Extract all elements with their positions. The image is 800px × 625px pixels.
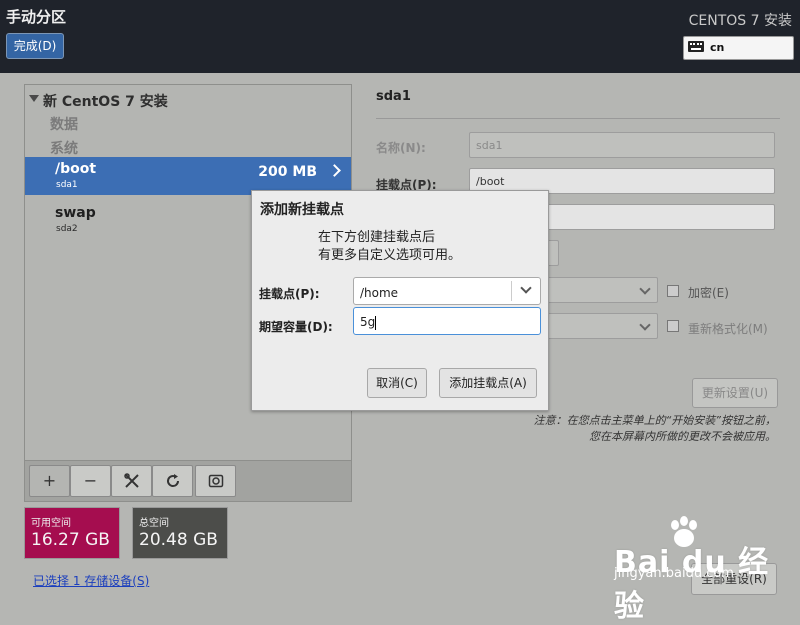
note-line-2: 您在本屏幕内所做的更改不会被应用。	[589, 430, 776, 443]
partition-size: 200 MB	[258, 164, 317, 180]
detail-title: sda1	[376, 89, 411, 104]
tools-icon	[123, 473, 139, 488]
disk-summary-button[interactable]	[195, 465, 236, 497]
add-mount-point-button[interactable]: 添加挂载点(A)	[439, 368, 537, 398]
product-title: CENTOS 7 安装	[688, 13, 792, 29]
available-space-label: 可用空间	[31, 518, 71, 529]
total-space-label: 总空间	[139, 518, 169, 529]
partition-device: sda2	[56, 224, 78, 234]
chevron-right-icon	[328, 164, 341, 177]
partition-toolbar: + −	[24, 460, 352, 502]
chevron-down-icon[interactable]	[520, 282, 532, 294]
disk-icon	[208, 474, 223, 488]
selected-storage-link[interactable]: 已选择 1 存储设备(S)	[33, 572, 149, 589]
dialog-description: 在下方创建挂载点后 有更多自定义选项可用。	[318, 229, 461, 265]
combo-separator	[511, 281, 512, 301]
encrypt-label: 加密(E)	[688, 286, 729, 300]
group-system: 系统	[50, 141, 78, 157]
chevron-down-icon	[639, 283, 651, 295]
refresh-button[interactable]	[152, 465, 193, 497]
text-cursor	[375, 315, 377, 330]
available-space-value: 16.27 GB	[31, 530, 110, 550]
update-settings-button[interactable]: 更新设置(U)	[692, 378, 778, 408]
apply-note: 注意：在您点击主菜单上的“开始安装”按钮之前， 您在本屏幕内所做的更改不会被应用…	[446, 413, 776, 445]
dialog-title: 添加新挂载点	[260, 202, 344, 218]
installation-title: 新 CentOS 7 安装	[43, 94, 168, 110]
watermark-url: jingyan.baidu.com	[614, 566, 734, 581]
dialog-description-line-1: 在下方创建挂载点后	[318, 230, 436, 245]
name-label: 名称(N):	[376, 141, 426, 155]
total-space-value: 20.48 GB	[139, 530, 218, 550]
add-mount-button[interactable]: +	[29, 465, 70, 497]
cancel-button[interactable]: 取消(C)	[367, 368, 427, 398]
group-data: 数据	[50, 117, 78, 133]
capacity-value: 5g	[360, 315, 376, 329]
dialog-description-line-2: 有更多自定义选项可用。	[318, 248, 462, 263]
available-space-box: 可用空间 16.27 GB	[24, 507, 120, 559]
mount-point-combo[interactable]: /home	[353, 277, 541, 305]
baidu-jingyan-watermark: Bai du 经验 jingyan.baidu.com	[610, 513, 790, 624]
filesystem-select[interactable]	[538, 277, 658, 303]
partition-device: sda1	[56, 180, 78, 190]
reformat-checkbox[interactable]	[667, 320, 679, 332]
page-title: 手动分区	[6, 8, 67, 26]
dialog-capacity-label: 期望容量(D):	[259, 320, 333, 334]
note-line-1: 注意：在您点击主菜单上的“开始安装”按钮之前，	[533, 414, 776, 427]
keyboard-layout-label: cn	[710, 41, 725, 54]
header-bar: 手动分区 完成(D) CENTOS 7 安装 cn	[0, 0, 800, 73]
chevron-down-icon	[639, 319, 651, 331]
refresh-icon	[166, 474, 179, 487]
label-select[interactable]	[538, 313, 658, 339]
watermark-brand: Bai du 经验	[614, 545, 770, 624]
reformat-label: 重新格式化(M)	[688, 322, 768, 336]
dialog-mount-label: 挂载点(P):	[259, 287, 320, 301]
add-mount-point-dialog: 添加新挂载点 在下方创建挂载点后 有更多自定义选项可用。 挂载点(P): /ho…	[251, 190, 549, 411]
capacity-input[interactable]: 5g	[353, 307, 541, 335]
done-button[interactable]: 完成(D)	[6, 33, 64, 59]
keyboard-layout-indicator[interactable]: cn	[683, 36, 794, 60]
total-space-box: 总空间 20.48 GB	[132, 507, 228, 559]
remove-mount-button[interactable]: −	[70, 465, 111, 497]
detail-divider	[376, 118, 780, 119]
name-field[interactable]: sda1	[469, 132, 775, 158]
encrypt-checkbox[interactable]	[667, 285, 679, 297]
partition-mount: /boot	[55, 161, 97, 177]
configure-button[interactable]	[111, 465, 152, 497]
expander-arrow-icon[interactable]	[29, 95, 39, 102]
mount-point-value: /home	[360, 286, 399, 300]
keyboard-icon	[688, 41, 704, 52]
partition-mount: swap	[55, 205, 96, 221]
